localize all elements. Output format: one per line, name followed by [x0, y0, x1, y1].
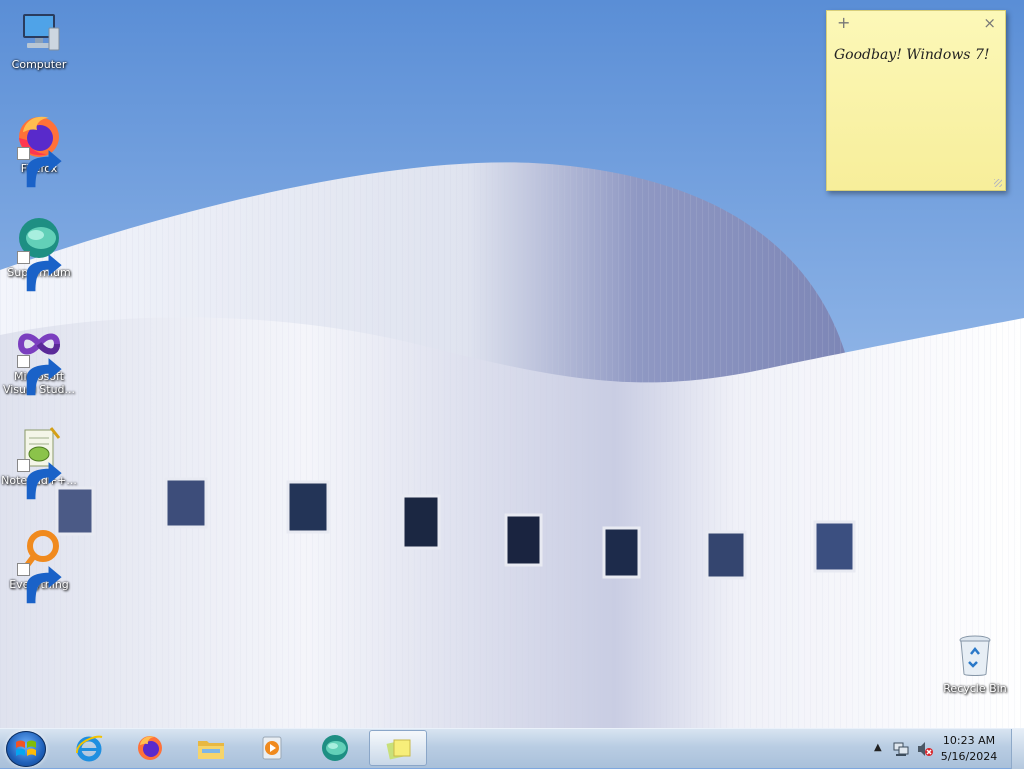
supermium-icon [15, 216, 63, 292]
resize-grip-icon[interactable] [994, 179, 1002, 187]
shortcut-arrow-icon [17, 563, 62, 604]
desktop-icon-everything[interactable]: Everything [1, 528, 77, 604]
taskbar-firefox[interactable] [121, 730, 179, 766]
firefox-icon [138, 736, 162, 760]
notepadpp-icon [15, 424, 63, 500]
desktop-icon-computer[interactable]: Computer [1, 8, 77, 71]
taskbar-supermium[interactable] [306, 730, 364, 766]
start-button[interactable] [6, 731, 46, 767]
shortcut-arrow-icon [17, 147, 62, 188]
desktop-icon-supermium[interactable]: Supermium [1, 216, 77, 292]
shortcut-arrow-icon [17, 251, 62, 292]
taskbar-clock[interactable]: 10:23 AM 5/16/2024 [938, 733, 1000, 765]
network-icon[interactable] [892, 740, 910, 758]
taskbar-internet-explorer[interactable] [60, 730, 118, 766]
desktop-icon-label: Recycle Bin [943, 682, 1007, 695]
clock-date: 5/16/2024 [940, 750, 998, 763]
sticky-note-text[interactable]: Goodbay! Windows 7! [827, 35, 1005, 63]
taskbar-file-explorer[interactable] [182, 730, 240, 766]
visual-studio-icon [15, 320, 63, 396]
clock-time: 10:23 AM [942, 734, 996, 747]
volume-muted-icon[interactable] [916, 740, 934, 758]
everything-icon [15, 528, 63, 604]
system-tray: ▲ 10:23 AM 5/16/2024 [864, 729, 1024, 769]
taskbar: ▲ 10:23 AM 5/16/2024 [0, 728, 1024, 769]
sticky-note-titlebar[interactable]: + × [827, 11, 1005, 35]
desktop-icon-recycle-bin[interactable]: Recycle Bin [937, 632, 1013, 695]
windows-logo-icon [16, 740, 36, 756]
desktop-icon-visual-studio[interactable]: Microsoft Visual Stud... [1, 320, 77, 396]
shortcut-arrow-icon [17, 355, 62, 396]
firefox-icon [15, 112, 63, 188]
taskbar-sticky-notes[interactable] [369, 730, 427, 766]
sticky-notes-icon [386, 739, 411, 760]
shortcut-arrow-icon [17, 459, 62, 500]
desktop-icon-firefox[interactable]: Firefox [1, 112, 77, 188]
taskbar-media-player[interactable] [243, 730, 301, 766]
media-player-icon [262, 736, 282, 760]
tray-overflow-button[interactable]: ▲ [874, 742, 882, 753]
show-desktop-button[interactable] [1011, 729, 1024, 769]
internet-explorer-icon [76, 735, 103, 762]
sticky-note-add-button[interactable]: + [837, 13, 850, 32]
desktop-icon-notepadpp[interactable]: Notepad++... [1, 424, 77, 500]
file-explorer-icon [198, 741, 224, 759]
computer-icon [15, 8, 63, 56]
sticky-note-close-button[interactable]: × [983, 14, 996, 32]
sticky-note[interactable]: + × Goodbay! Windows 7! [826, 10, 1006, 191]
supermium-icon [322, 735, 348, 761]
recycle-bin-icon [951, 632, 999, 680]
desktop-icon-label: Computer [11, 58, 67, 71]
